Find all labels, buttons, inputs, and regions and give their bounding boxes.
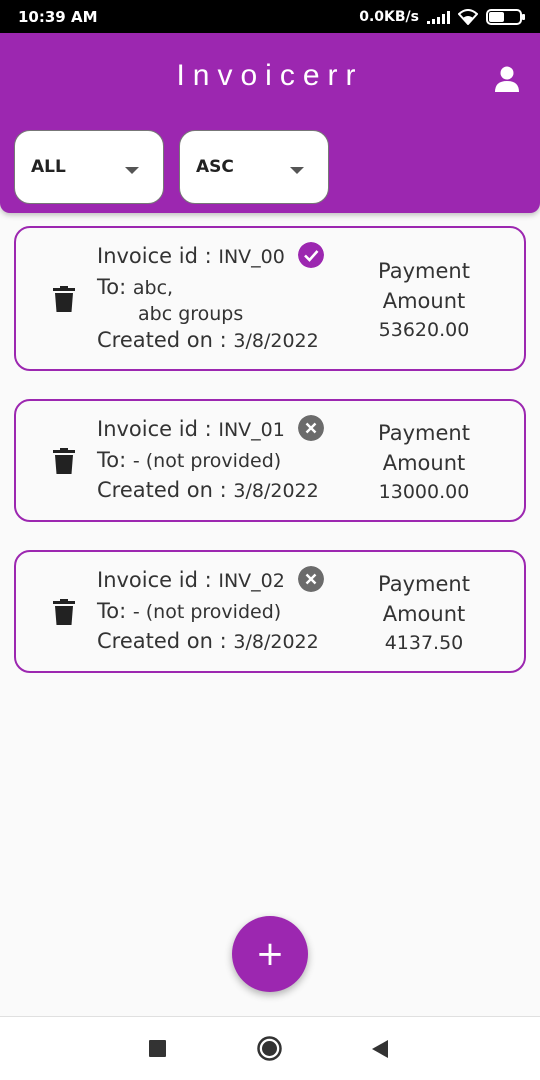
app-title: Invoicerr [176, 59, 364, 92]
chevron-down-icon [290, 167, 304, 174]
add-invoice-button[interactable]: + [232, 916, 308, 992]
invoice-id-label: Invoice id : [97, 244, 212, 268]
invoice-card[interactable]: Invoice id : INV_02 To: - (not provided)… [14, 550, 526, 673]
to-label: To: [97, 448, 127, 472]
battery-level: 47 [497, 11, 511, 22]
battery-icon: 47 [486, 8, 525, 25]
recipient-company: abc groups [138, 303, 244, 325]
amount-value: 4137.50 [384, 632, 464, 654]
wifi-icon [458, 8, 478, 25]
created-date: 3/8/2022 [233, 631, 319, 653]
unpaid-x-icon [297, 566, 324, 592]
sort-order-value: ASC [196, 157, 234, 177]
payment-amount: Payment Amount 4137.50 [370, 569, 478, 657]
invoice-id-label: Invoice id : [97, 417, 212, 441]
created-on-label: Created on : [97, 629, 227, 653]
created-on-label: Created on : [97, 328, 227, 352]
status-time: 10:39 AM [18, 7, 98, 26]
invoice-id: INV_02 [218, 570, 285, 592]
created-on-label: Created on : [97, 478, 227, 502]
amount-value: 13000.00 [378, 481, 470, 503]
recents-icon[interactable] [149, 1040, 166, 1057]
home-icon[interactable] [257, 1036, 282, 1061]
invoice-id: INV_00 [218, 246, 285, 268]
status-bar: 10:39 AM 0.0KB/s 47 [0, 0, 540, 33]
to-label: To: [97, 599, 127, 623]
recipient-name: abc, [132, 277, 174, 299]
amount-value: 53620.00 [378, 319, 470, 341]
recipient-name: - (not provided) [132, 450, 282, 472]
recipient-name: - (not provided) [132, 601, 282, 623]
chevron-down-icon [125, 167, 139, 174]
invoice-id-label: Invoice id : [97, 568, 212, 592]
status-filter-dropdown[interactable]: ALL [14, 130, 164, 204]
back-icon[interactable] [371, 1039, 389, 1059]
invoice-card[interactable]: Invoice id : INV_01 To: - (not provided)… [14, 399, 526, 522]
signal-icon [427, 10, 450, 24]
delete-icon[interactable] [53, 448, 75, 474]
payment-amount: Payment Amount 53620.00 [370, 256, 478, 344]
invoice-card[interactable]: Invoice id : INV_00 To: abc, abc groups … [14, 226, 526, 371]
app-bar: Invoicerr ALL ASC [0, 33, 540, 213]
created-date: 3/8/2022 [233, 330, 319, 352]
unpaid-x-icon [297, 415, 324, 441]
invoice-id: INV_01 [218, 419, 285, 441]
sort-order-dropdown[interactable]: ASC [179, 130, 329, 204]
to-label: To: [97, 275, 127, 299]
system-nav-bar [0, 1016, 540, 1080]
paid-check-icon [297, 242, 324, 268]
delete-icon[interactable] [53, 286, 75, 312]
network-speed: 0.0KB/s [359, 8, 419, 25]
status-filter-value: ALL [31, 157, 66, 177]
profile-icon[interactable] [494, 65, 520, 93]
plus-icon: + [255, 934, 285, 974]
created-date: 3/8/2022 [233, 480, 319, 502]
payment-amount: Payment Amount 13000.00 [370, 418, 478, 506]
delete-icon[interactable] [53, 599, 75, 625]
